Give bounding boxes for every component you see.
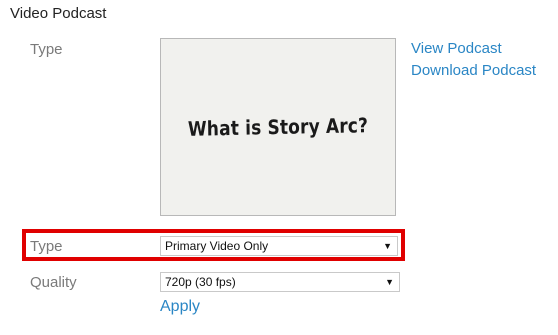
quality-select[interactable]: 720p (30 fps) ▼	[160, 272, 400, 292]
section-title: Video Podcast	[10, 5, 107, 22]
view-podcast-link[interactable]: View Podcast	[411, 40, 502, 57]
caret-down-icon: ▼	[383, 241, 392, 251]
apply-link[interactable]: Apply	[160, 298, 200, 316]
caret-down-icon: ▼	[385, 277, 394, 287]
type-select-value: Primary Video Only	[165, 239, 269, 253]
type-select-label: Type	[30, 238, 63, 255]
quality-select-value: 720p (30 fps)	[165, 275, 236, 289]
type-select[interactable]: Primary Video Only ▼	[160, 236, 398, 256]
preview-type-label: Type	[30, 41, 63, 58]
thumbnail-title-text: What is Story Arc?	[187, 113, 369, 141]
video-thumbnail[interactable]: What is Story Arc?	[160, 38, 396, 216]
quality-select-label: Quality	[30, 274, 77, 291]
download-podcast-link[interactable]: Download Podcast	[411, 62, 536, 79]
